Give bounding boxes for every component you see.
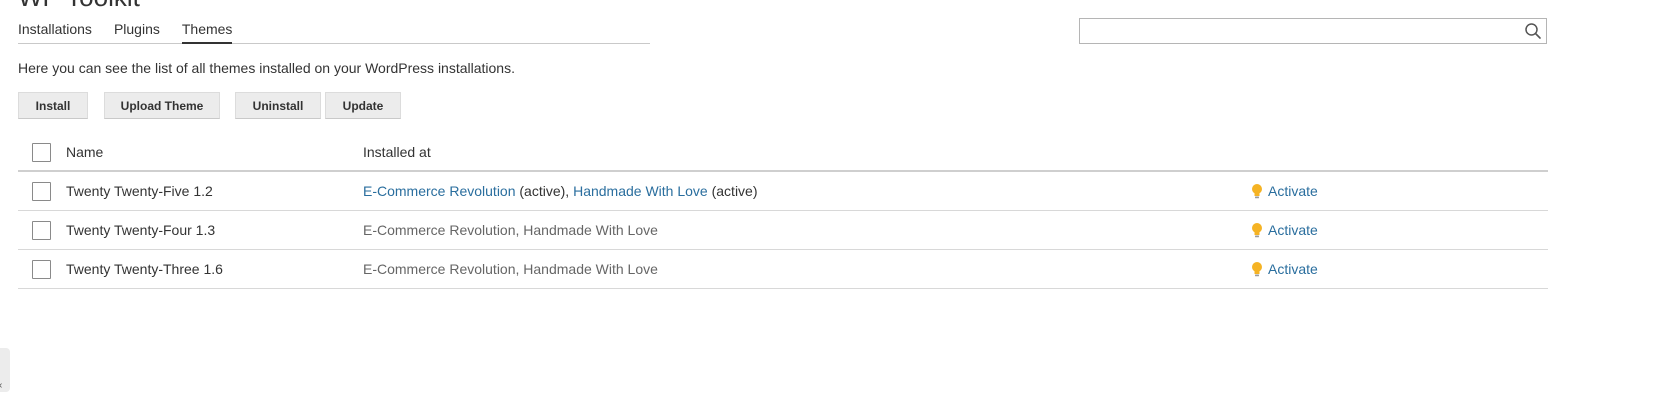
activate-action[interactable]: Activate xyxy=(1251,183,1318,199)
site-status: (active) xyxy=(707,183,758,199)
row-checkbox[interactable] xyxy=(32,182,51,201)
installed-at: E-Commerce Revolution, Handmade With Lov… xyxy=(363,261,658,277)
search-box xyxy=(1079,18,1547,44)
row-checkbox[interactable] xyxy=(32,260,51,279)
tab-installations[interactable]: Installations xyxy=(18,18,92,44)
chevron-left-icon: ‹ xyxy=(0,381,2,391)
site-link[interactable]: E-Commerce Revolution xyxy=(363,183,516,199)
separator: , xyxy=(565,183,574,199)
themes-table: Name Installed at Twenty Twenty-Five 1.2… xyxy=(18,133,1548,289)
theme-name: Twenty Twenty-Three 1.6 xyxy=(66,261,223,277)
lightbulb-icon xyxy=(1252,223,1262,238)
table-row: Twenty Twenty-Five 1.2 E-Commerce Revolu… xyxy=(18,172,1548,211)
column-header-installed-at: Installed at xyxy=(363,144,431,160)
tab-bar: Installations Plugins Themes xyxy=(18,18,650,44)
installed-at: E-Commerce Revolution, Handmade With Lov… xyxy=(363,222,658,238)
site-link[interactable]: Handmade With Love xyxy=(573,183,708,199)
lightbulb-icon xyxy=(1252,262,1262,277)
theme-name: Twenty Twenty-Five 1.2 xyxy=(66,183,213,199)
upload-theme-button[interactable]: Upload Theme xyxy=(104,92,220,119)
site-name: E-Commerce Revolution xyxy=(363,222,516,238)
install-button[interactable]: Install xyxy=(18,92,88,119)
table-row: Twenty Twenty-Four 1.3 E-Commerce Revolu… xyxy=(18,211,1548,250)
page-title: WP Toolkit xyxy=(18,0,140,10)
uninstall-button[interactable]: Uninstall xyxy=(235,92,321,119)
themes-page: WP Toolkit Installations Plugins Themes … xyxy=(0,0,1674,414)
site-name: E-Commerce Revolution xyxy=(363,261,516,277)
lightbulb-icon xyxy=(1252,184,1262,199)
side-panel-handle[interactable]: ‹ xyxy=(0,348,10,392)
theme-name: Twenty Twenty-Four 1.3 xyxy=(66,222,216,238)
search-icon[interactable] xyxy=(1524,22,1542,40)
update-button[interactable]: Update xyxy=(325,92,401,119)
tab-themes[interactable]: Themes xyxy=(181,18,233,44)
activate-action[interactable]: Activate xyxy=(1251,261,1318,277)
table-row: Twenty Twenty-Three 1.6 E-Commerce Revol… xyxy=(18,250,1548,289)
activate-link[interactable]: Activate xyxy=(1268,222,1318,238)
activate-action[interactable]: Activate xyxy=(1251,222,1318,238)
column-header-name[interactable]: Name xyxy=(66,144,103,160)
select-all-checkbox[interactable] xyxy=(32,143,51,162)
table-header: Name Installed at xyxy=(18,133,1548,172)
site-name: Handmade With Love xyxy=(523,261,658,277)
installed-at: E-Commerce Revolution (active), Handmade… xyxy=(363,183,758,199)
site-name: Handmade With Love xyxy=(523,222,658,238)
row-checkbox[interactable] xyxy=(32,221,51,240)
site-status: (active) xyxy=(515,183,566,199)
activate-link[interactable]: Activate xyxy=(1268,183,1318,199)
activate-link[interactable]: Activate xyxy=(1268,261,1318,277)
tab-plugins[interactable]: Plugins xyxy=(114,18,160,44)
intro-text: Here you can see the list of all themes … xyxy=(18,60,515,76)
search-input[interactable] xyxy=(1086,20,1516,42)
